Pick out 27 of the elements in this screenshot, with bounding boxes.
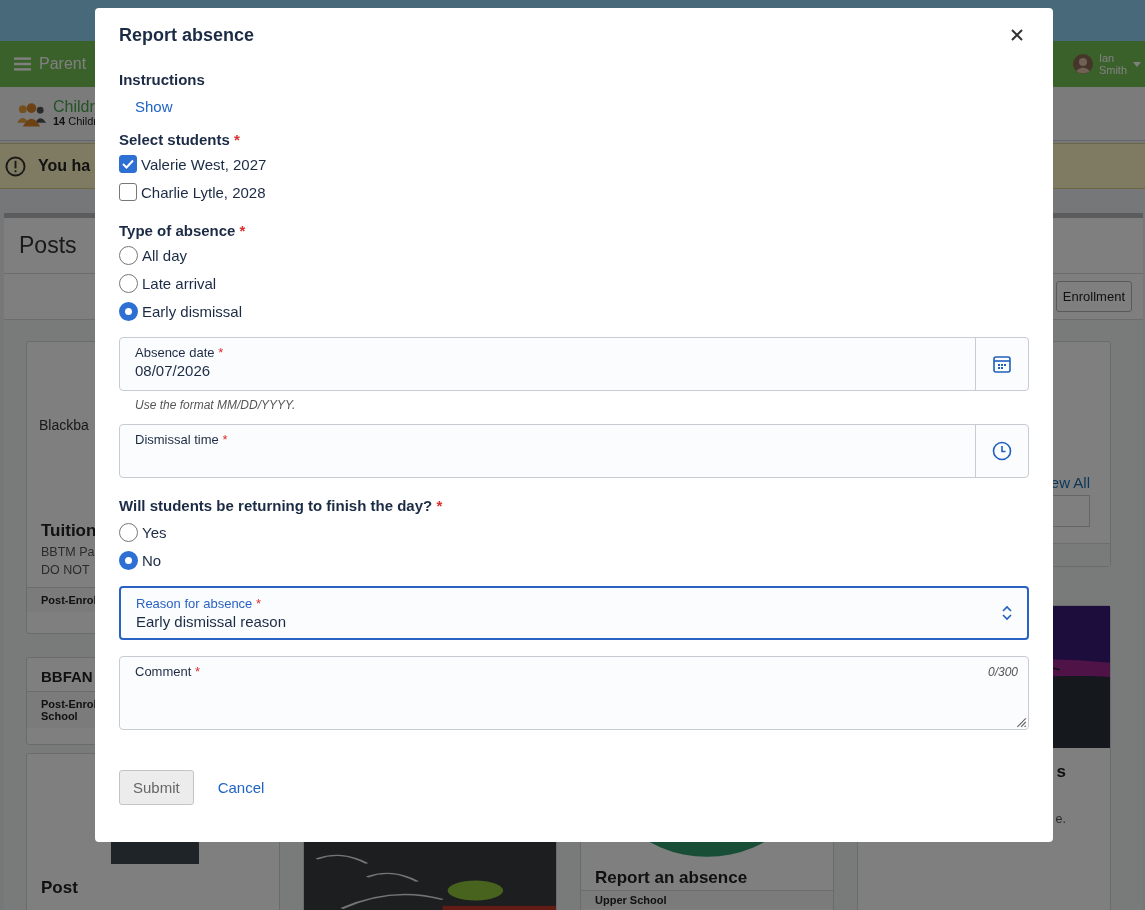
dialog-title: Report absence [119,24,255,46]
section-label: Instructions [119,70,206,90]
card-footer-text: Post-Enrol [41,594,97,606]
alert-text: You ha [38,157,91,175]
card-title: BBFAN [41,668,93,685]
field-label: Reason for absence * [136,596,263,611]
card-footer-text: Upper School [595,894,667,906]
card-title: Post [41,878,78,898]
section-label: Select students * [119,130,241,150]
card-text: BBTM Pa [41,545,95,559]
field-label: Absence date * [135,345,225,360]
field-label: Dismissal time * [135,432,229,447]
section-label: Type of absence * [119,221,247,241]
card-title: s [1056,762,1066,782]
card-footer-text: School [41,710,78,722]
card-text: DO NOT [41,563,90,577]
card-footer-text: Post-Enrol [41,698,97,710]
field-label: Comment * [135,664,202,679]
logo-text: Blackba [39,416,89,433]
question-label: Will students be returning to finish the day? * [119,496,444,516]
posts-title: Posts [19,232,77,259]
card-title: Tuition [41,521,97,541]
character-counter: 0/300 [987,665,1018,679]
card-text: e. [1055,812,1066,826]
help-text: Use the format MM/DD/YYYY. [135,398,297,412]
card-title: Report an absence [595,868,748,888]
children-count: 14 Childr [53,115,98,128]
